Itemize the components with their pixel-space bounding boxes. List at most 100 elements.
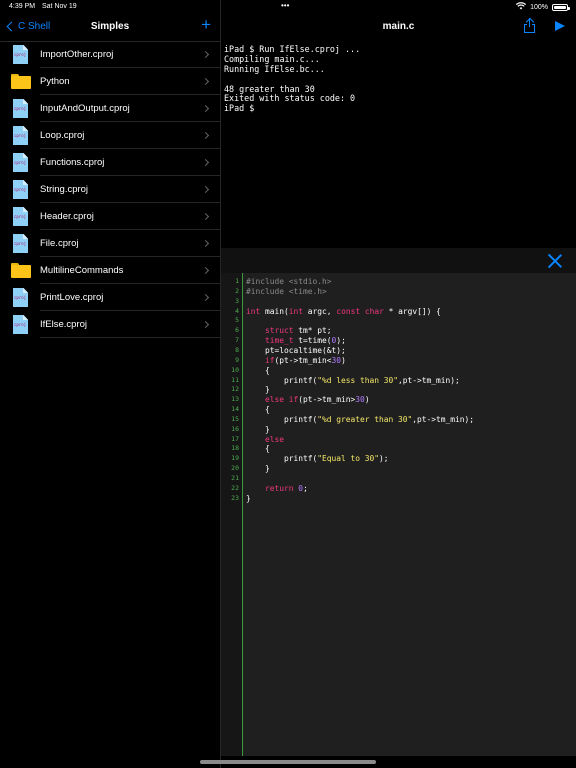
- cproj-file-icon: cproj: [13, 153, 28, 172]
- code-line: else if(pt->tm_min>30): [265, 395, 370, 405]
- code-line: return 0;: [265, 483, 308, 493]
- file-row[interactable]: cproj String.cproj: [0, 176, 220, 203]
- wifi-icon: [515, 2, 527, 12]
- code-line: }: [246, 493, 251, 503]
- battery-icon: [552, 3, 570, 11]
- main-nav-bar: main.c: [221, 13, 576, 41]
- line-number: 20: [231, 464, 239, 473]
- line-number-gutter: 1 2 3 4 5 6 7 8 9 10 11 12 13 14 15 16 17 18 19 20 21 22 23: [221, 273, 243, 756]
- folder-row[interactable]: MultilineCommands: [0, 257, 220, 284]
- code-line: struct tm* pt;: [265, 326, 332, 336]
- code-line: }: [246, 385, 270, 395]
- cproj-file-icon: cproj: [13, 99, 28, 118]
- line-number: 15: [231, 414, 239, 423]
- file-row[interactable]: cproj Functions.cproj: [0, 149, 220, 176]
- chevron-right-icon: [201, 77, 210, 86]
- file-row[interactable]: cproj File.cproj: [0, 230, 220, 257]
- file-name: Functions.cproj: [40, 157, 105, 168]
- code-line: if(pt->tm_min<30): [265, 355, 346, 365]
- chevron-right-icon: [201, 239, 210, 248]
- play-icon[interactable]: [555, 21, 565, 31]
- folder-icon: [11, 263, 31, 278]
- code-line: int main(int argc, const char * argv[]) …: [246, 306, 441, 316]
- file-name: MultilineCommands: [40, 265, 124, 276]
- editor-header: [221, 248, 576, 273]
- code-line: pt=localtime(&t);: [246, 345, 346, 355]
- line-number: 2: [235, 286, 239, 295]
- line-number: 12: [231, 385, 239, 394]
- line-number: 1: [235, 277, 239, 285]
- line-number: 19: [231, 454, 239, 463]
- folder-icon: [11, 74, 31, 89]
- file-name: String.cproj: [40, 184, 89, 195]
- file-list: cproj ImportOther.cproj Python cproj InputAn…: [0, 41, 220, 338]
- cproj-file-icon: cproj: [13, 288, 28, 307]
- cproj-file-icon: cproj: [13, 234, 28, 253]
- cproj-file-icon: cproj: [13, 180, 28, 199]
- line-number: 13: [231, 395, 239, 404]
- battery-percent: 100%: [530, 3, 548, 11]
- cproj-file-icon: cproj: [13, 315, 28, 334]
- share-icon[interactable]: [523, 17, 536, 33]
- line-number: 14: [231, 405, 239, 414]
- sidebar-nav-bar: C Shell Simples +: [0, 13, 220, 41]
- status-time: 4:39 PM: [9, 3, 36, 10]
- multitasking-dots[interactable]: •••: [281, 1, 289, 10]
- battery-fill: [554, 5, 566, 9]
- code-editor[interactable]: 1 2 3 4 5 6 7 8 9 10 11 12 13 14 15 16 17 18 19 20 21 22 23 #i…: [221, 273, 576, 756]
- status-right: 100%: [515, 2, 570, 12]
- chevron-right-icon: [201, 266, 210, 275]
- file-name: IfElse.cproj: [40, 319, 87, 330]
- line-number: 11: [231, 375, 239, 384]
- code-line: {: [246, 365, 270, 375]
- file-name: InputAndOutput.cproj: [40, 103, 130, 114]
- code-line: else: [265, 434, 285, 444]
- line-number: 22: [231, 483, 239, 492]
- line-number: 10: [231, 365, 239, 374]
- console-line: Exited with status code: 0: [224, 93, 356, 104]
- line-number: 4: [235, 306, 239, 315]
- console-line: iPad $: [224, 103, 255, 114]
- line-number: 16: [231, 424, 239, 433]
- main-pane: main.c iPad $ Run IfElse.cproj ... Compil…: [221, 13, 576, 768]
- line-number: 3: [235, 296, 239, 305]
- chevron-right-icon: [201, 293, 210, 302]
- file-name: ImportOther.cproj: [40, 49, 114, 60]
- file-name: Python: [40, 76, 70, 87]
- cproj-file-icon: cproj: [13, 126, 28, 145]
- file-row[interactable]: cproj ImportOther.cproj: [0, 41, 220, 68]
- code-line: #include <time.h>: [246, 286, 327, 296]
- file-name: Header.cproj: [40, 211, 94, 222]
- chevron-right-icon: [201, 212, 210, 221]
- code-line: {: [246, 444, 270, 454]
- line-number: 18: [231, 444, 239, 453]
- line-number: 6: [235, 326, 239, 335]
- file-row[interactable]: cproj PrintLove.cproj: [0, 284, 220, 311]
- add-button[interactable]: +: [201, 16, 211, 33]
- sidebar: C Shell Simples + cproj ImportOther.cproj…: [0, 13, 220, 768]
- file-row[interactable]: cproj InputAndOutput.cproj: [0, 95, 220, 122]
- sidebar-title: Simples: [90, 21, 130, 32]
- file-row[interactable]: cproj Loop.cproj: [0, 122, 220, 149]
- line-number: 7: [235, 336, 239, 345]
- chevron-right-icon: [201, 185, 210, 194]
- code-line: {: [246, 405, 270, 415]
- file-row[interactable]: cproj Header.cproj: [0, 203, 220, 230]
- line-number: 23: [231, 493, 239, 502]
- file-name: File.cproj: [40, 238, 79, 249]
- line-number: 5: [235, 316, 239, 325]
- code-line: }: [246, 464, 270, 474]
- line-number: 21: [231, 474, 239, 482]
- code-line: time_t t=time(0);: [265, 336, 346, 346]
- console-output[interactable]: iPad $ Run IfElse.cproj ... Compiling mai…: [224, 44, 574, 114]
- line-number: 9: [235, 355, 239, 364]
- console-line: Running IfElse.bc...: [224, 63, 325, 74]
- close-icon[interactable]: [548, 254, 562, 268]
- folder-row[interactable]: Python: [0, 68, 220, 95]
- code-line: printf("%d less than 30",pt->tm_min);: [246, 375, 460, 385]
- cproj-file-icon: cproj: [13, 207, 28, 226]
- file-row[interactable]: cproj IfElse.cproj: [0, 311, 220, 338]
- home-indicator[interactable]: [200, 760, 376, 764]
- cproj-file-icon: cproj: [13, 45, 28, 64]
- status-bar: 4:39 PM Sat Nov 19 ••• 100%: [0, 0, 576, 13]
